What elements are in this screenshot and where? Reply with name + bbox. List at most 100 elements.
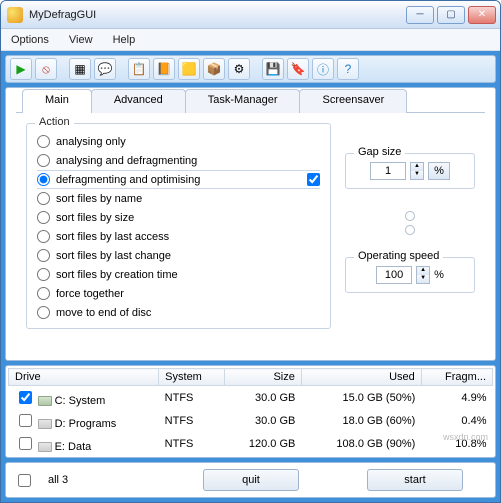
action-option[interactable]: sort files by last access xyxy=(37,227,320,246)
drive-fs: NTFS xyxy=(159,386,225,410)
action-option[interactable]: defragmenting and optimising xyxy=(37,170,320,189)
notes-icon[interactable]: 📋 xyxy=(128,58,150,80)
gap-spinner[interactable]: ▲▼ xyxy=(410,162,424,180)
drive-used: 15.0 GB (50%) xyxy=(301,386,421,410)
titlebar: MyDefragGUI ─ ▢ ✕ xyxy=(1,1,500,29)
tab-advanced[interactable]: Advanced xyxy=(91,89,186,113)
minimize-button[interactable]: ─ xyxy=(406,6,434,24)
tab-screensaver[interactable]: Screensaver xyxy=(299,89,407,113)
speed-input[interactable] xyxy=(376,266,412,284)
gap-unit-button[interactable]: % xyxy=(428,162,450,180)
action-radio[interactable] xyxy=(37,287,50,300)
drive-checkbox[interactable] xyxy=(19,391,32,404)
bottom-bar: all 3 quit start xyxy=(5,462,496,498)
action-label: move to end of disc xyxy=(56,307,151,319)
action-radio[interactable] xyxy=(37,192,50,205)
drive-checkbox[interactable] xyxy=(19,414,32,427)
tag-icon[interactable]: 🔖 xyxy=(287,58,309,80)
action-option[interactable]: move to end of disc xyxy=(37,303,320,322)
start-button[interactable]: start xyxy=(367,469,463,491)
action-legend: Action xyxy=(35,116,74,128)
menubar: Options View Help xyxy=(1,29,500,51)
action-label: defragmenting and optimising xyxy=(56,174,200,186)
save-icon[interactable]: 💾 xyxy=(262,58,284,80)
action-option[interactable]: sort files by name xyxy=(37,189,320,208)
menu-help[interactable]: Help xyxy=(109,32,140,48)
window-title: MyDefragGUI xyxy=(29,9,403,21)
action-option[interactable]: force together xyxy=(37,284,320,303)
drive-checkbox[interactable] xyxy=(19,437,32,450)
gap-legend: Gap size xyxy=(354,146,405,158)
action-radio[interactable] xyxy=(37,173,50,186)
speed-spinner[interactable]: ▲▼ xyxy=(416,266,430,284)
drive-panel: Drive System Size Used Fragm... C: Syste… xyxy=(5,365,496,458)
tab-main[interactable]: Main xyxy=(22,89,92,113)
maximize-button[interactable]: ▢ xyxy=(437,6,465,24)
action-option[interactable]: sort files by creation time xyxy=(37,265,320,284)
drive-fs: NTFS xyxy=(159,432,225,455)
toolbar: ▶ ⦸ ▦ 💬 📋 📙 🟨 📦 ⚙ 💾 🔖 ⓘ ? xyxy=(5,55,496,83)
gap-input[interactable] xyxy=(370,162,406,180)
box-icon[interactable]: 📦 xyxy=(203,58,225,80)
action-label: sort files by name xyxy=(56,193,142,205)
menu-options[interactable]: Options xyxy=(7,32,53,48)
col-system[interactable]: System xyxy=(159,369,225,386)
all-checkbox[interactable] xyxy=(18,474,31,487)
sort-asc-radio[interactable] xyxy=(405,211,415,221)
mydef-icon[interactable]: 🟨 xyxy=(178,58,200,80)
book-icon[interactable]: 📙 xyxy=(153,58,175,80)
action-label: analysing only xyxy=(56,136,126,148)
quit-button[interactable]: quit xyxy=(203,469,299,491)
drive-name: D: Programs xyxy=(55,418,117,430)
tab-task-manager[interactable]: Task-Manager xyxy=(185,89,301,113)
chat-icon[interactable]: 💬 xyxy=(94,58,116,80)
action-label: force together xyxy=(56,288,124,300)
action-option[interactable]: sort files by last change xyxy=(37,246,320,265)
action-label: analysing and defragmenting xyxy=(56,155,197,167)
stop-button[interactable]: ⦸ xyxy=(35,58,57,80)
main-panel: Main Advanced Task-Manager Screensaver A… xyxy=(5,87,496,361)
drive-name: C: System xyxy=(55,395,106,407)
gear-icon[interactable]: ⚙ xyxy=(228,58,250,80)
action-option[interactable]: analysing and defragmenting xyxy=(37,151,320,170)
gap-size-box: Gap size ▲▼ % xyxy=(345,153,475,189)
drive-size: 30.0 GB xyxy=(224,409,301,432)
app-window: MyDefragGUI ─ ▢ ✕ Options View Help ▶ ⦸ … xyxy=(0,0,501,503)
table-row[interactable]: E: DataNTFS120.0 GB108.0 GB (90%)10.8% xyxy=(9,432,493,455)
col-drive[interactable]: Drive xyxy=(9,369,159,386)
drive-icon xyxy=(38,442,52,452)
drive-used: 108.0 GB (90%) xyxy=(301,432,421,455)
action-label: sort files by size xyxy=(56,212,134,224)
info-icon[interactable]: ⓘ xyxy=(312,58,334,80)
drive-frag: 4.9% xyxy=(421,386,492,410)
action-radio[interactable] xyxy=(37,230,50,243)
table-row[interactable]: C: SystemNTFS30.0 GB15.0 GB (50%)4.9% xyxy=(9,386,493,410)
action-checkbox[interactable] xyxy=(307,173,320,186)
play-button[interactable]: ▶ xyxy=(10,58,32,80)
drive-icon xyxy=(38,419,52,429)
sort-desc-radio[interactable] xyxy=(405,225,415,235)
action-radio[interactable] xyxy=(37,249,50,262)
speed-box: Operating speed ▲▼ % xyxy=(345,257,475,293)
tab-strip: Main Advanced Task-Manager Screensaver xyxy=(22,88,495,112)
col-frag[interactable]: Fragm... xyxy=(421,369,492,386)
action-radio[interactable] xyxy=(37,306,50,319)
action-radio[interactable] xyxy=(37,135,50,148)
action-radio[interactable] xyxy=(37,268,50,281)
menu-view[interactable]: View xyxy=(65,32,97,48)
sort-direction-radios xyxy=(345,207,475,239)
app-icon xyxy=(7,7,23,23)
action-radio[interactable] xyxy=(37,211,50,224)
table-row[interactable]: D: ProgramsNTFS30.0 GB18.0 GB (60%)0.4% xyxy=(9,409,493,432)
side-column: Gap size ▲▼ % Operating speed ▲▼ xyxy=(345,123,475,329)
col-used[interactable]: Used xyxy=(301,369,421,386)
col-size[interactable]: Size xyxy=(224,369,301,386)
action-option[interactable]: analysing only xyxy=(37,132,320,151)
grid-icon[interactable]: ▦ xyxy=(69,58,91,80)
action-radio[interactable] xyxy=(37,154,50,167)
client-area: ▶ ⦸ ▦ 💬 📋 📙 🟨 📦 ⚙ 💾 🔖 ⓘ ? Main Advanced … xyxy=(1,51,500,502)
action-option[interactable]: sort files by size xyxy=(37,208,320,227)
speed-unit: % xyxy=(434,269,444,281)
close-button[interactable]: ✕ xyxy=(468,6,496,24)
help-icon[interactable]: ? xyxy=(337,58,359,80)
